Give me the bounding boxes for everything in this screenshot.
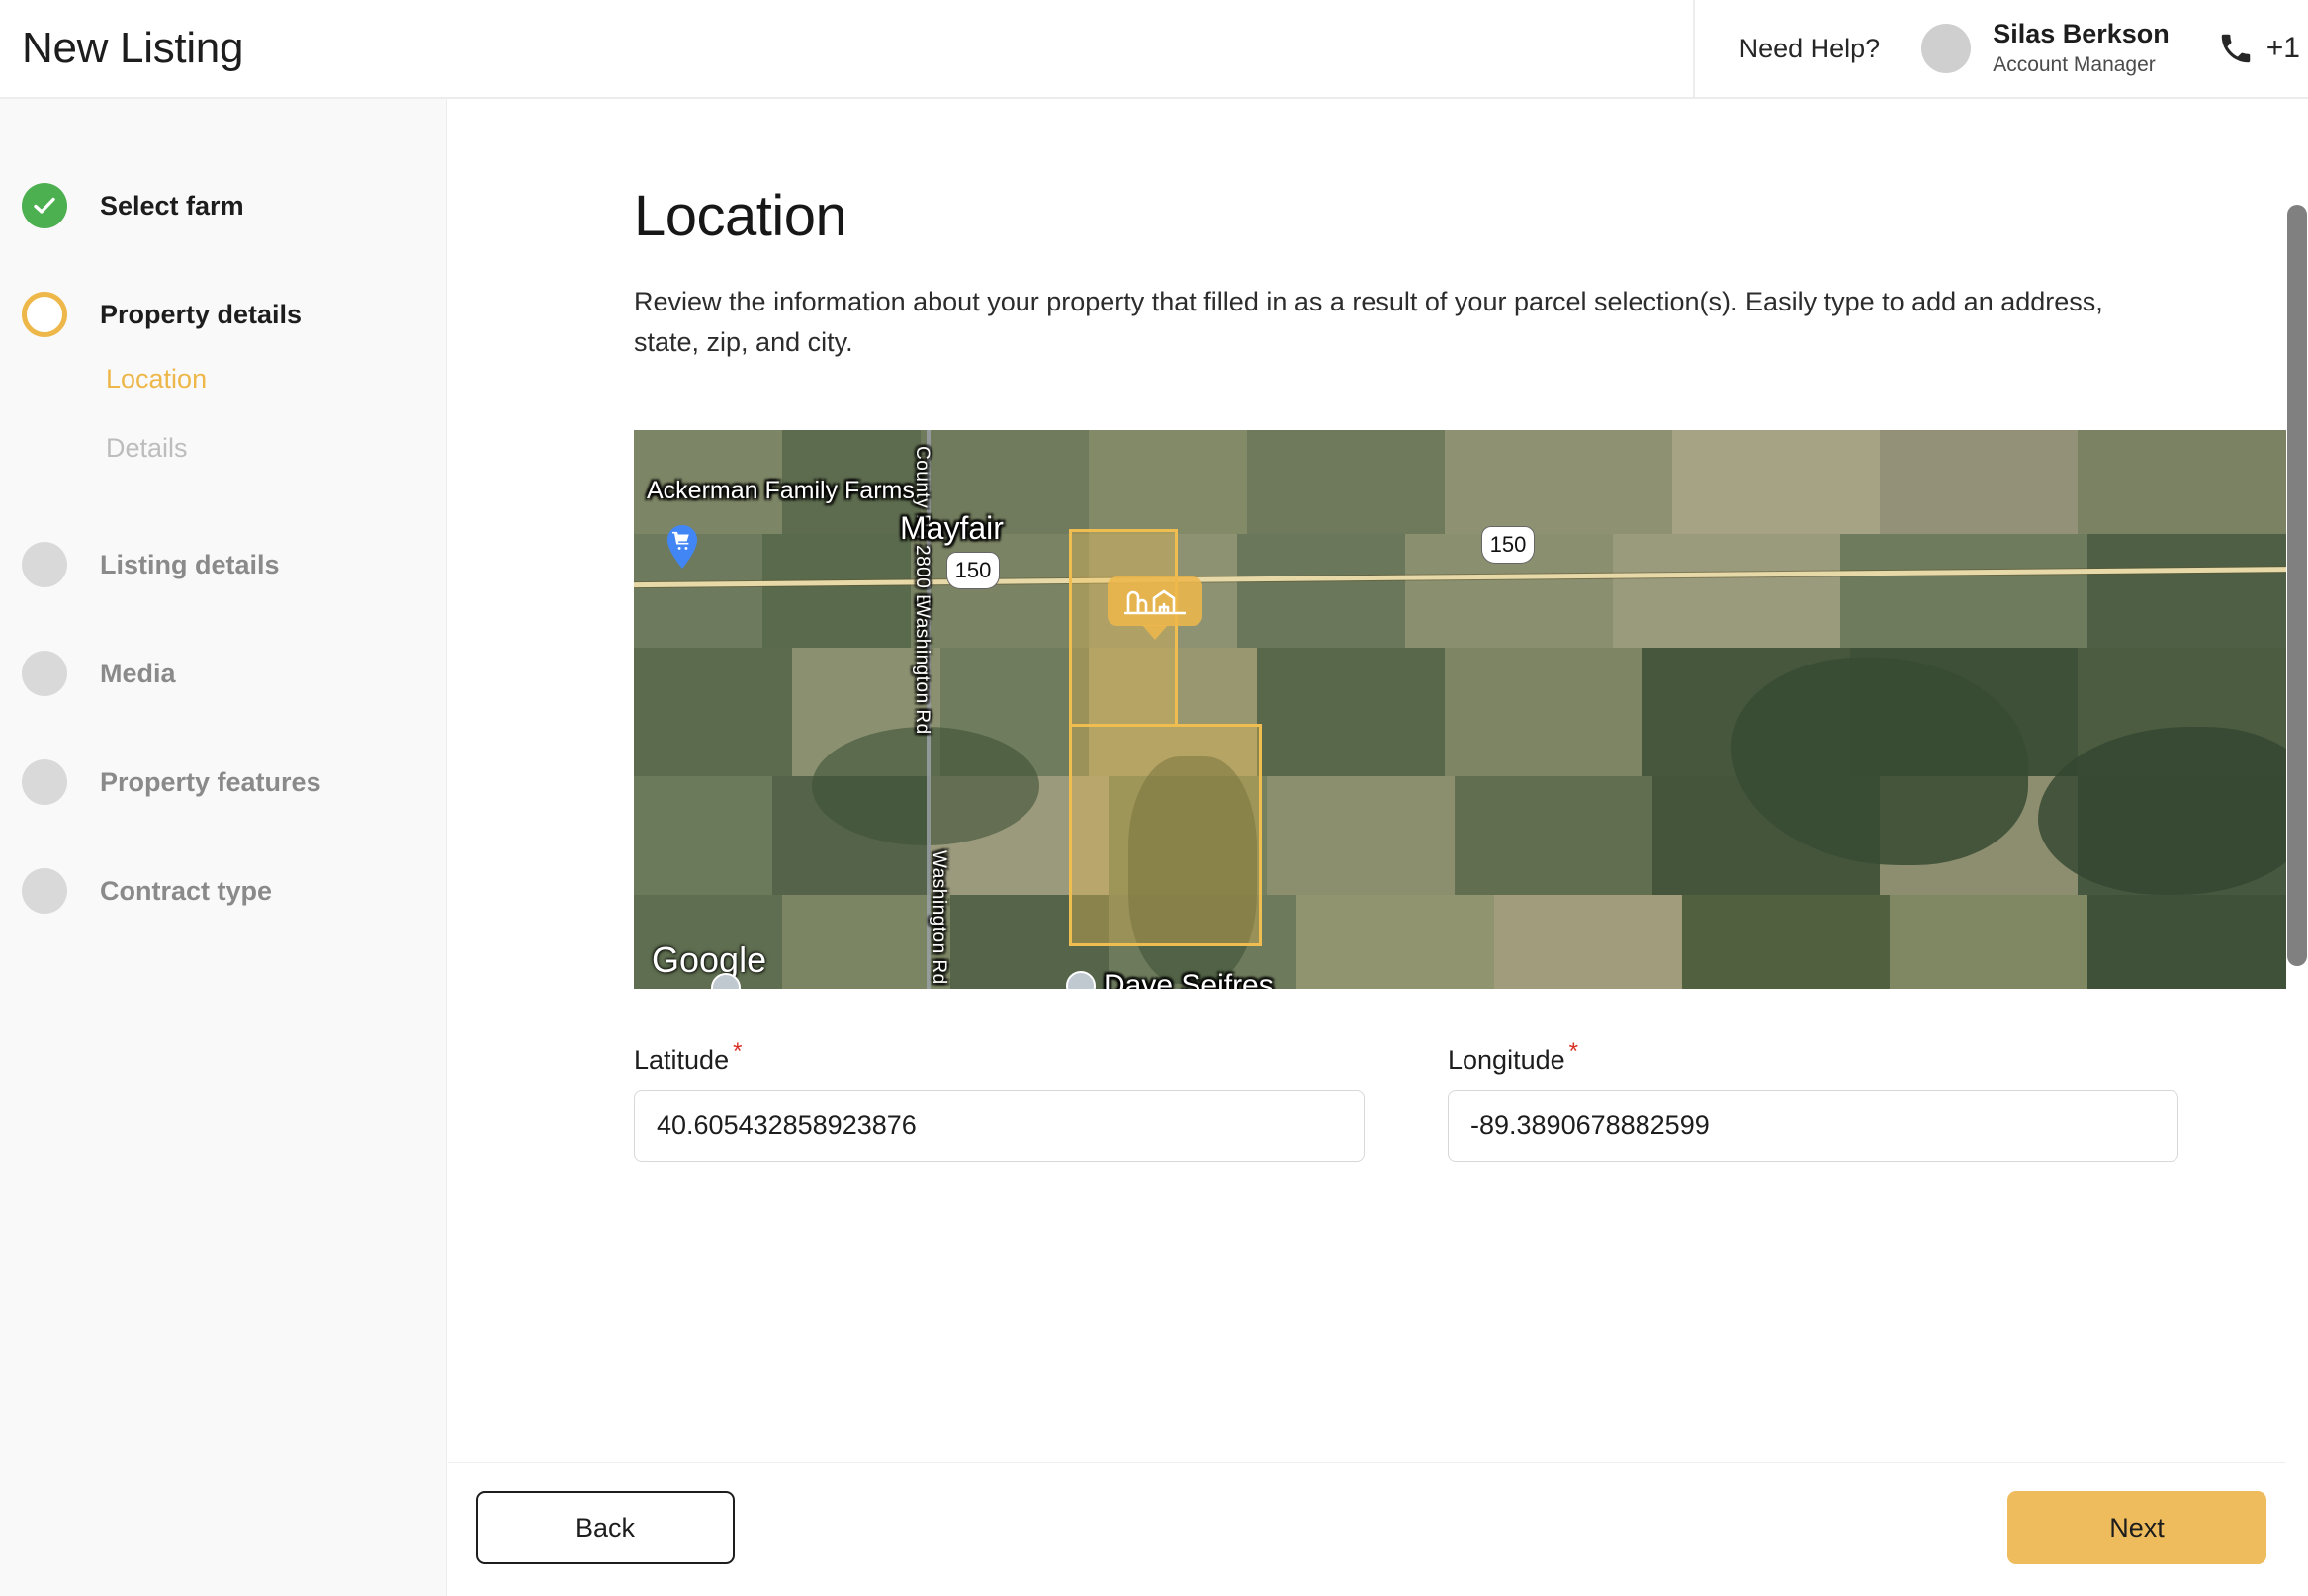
wizard-footer: Back Next bbox=[448, 1462, 2308, 1596]
property-map[interactable]: County Rd 2800 E Washington Rd Washingto… bbox=[634, 430, 2288, 989]
header-right-cluster: Need Help? Silas Berkson Account Manager… bbox=[1692, 0, 2308, 98]
latitude-input[interactable] bbox=[634, 1090, 1365, 1162]
map-label-ackerman-family-farms: Ackerman Family Farms bbox=[647, 477, 915, 504]
latitude-field-group: Latitude * bbox=[634, 1038, 1365, 1162]
map-road-label-washington-lower: Washington Rd bbox=[929, 850, 949, 985]
sidebar-item-select-farm[interactable]: Select farm bbox=[22, 183, 244, 228]
app-header: New Listing Need Help? Silas Berkson Acc… bbox=[0, 0, 2308, 99]
phone-icon bbox=[2221, 34, 2251, 63]
longitude-field-group: Longitude * bbox=[1448, 1038, 2178, 1162]
account-manager-role: Account Manager bbox=[1993, 52, 2156, 76]
step-status-todo-icon bbox=[22, 542, 67, 587]
page-header-title: New Listing bbox=[22, 24, 244, 72]
sidebar-item-label: Media bbox=[100, 658, 176, 688]
sidebar-item-label: Contract type bbox=[100, 875, 273, 906]
latitude-label: Latitude * bbox=[634, 1038, 1365, 1076]
need-help-link[interactable]: Need Help? bbox=[1695, 34, 1922, 64]
latitude-label-text: Latitude bbox=[634, 1045, 730, 1075]
sidebar-item-label: Select farm bbox=[100, 190, 244, 221]
step-status-todo-icon bbox=[22, 759, 67, 805]
check-icon bbox=[34, 197, 55, 214]
parcel-farm-marker[interactable] bbox=[1108, 576, 1202, 626]
sidebar-item-property-details[interactable]: Property details bbox=[22, 292, 302, 337]
back-button[interactable]: Back bbox=[476, 1491, 735, 1564]
sidebar-item-contract-type[interactable]: Contract type bbox=[22, 868, 272, 914]
google-attribution: Google bbox=[652, 939, 767, 980]
map-label-dave-seifres: Dave Seifres bbox=[1104, 969, 1274, 989]
map-poi-unnamed bbox=[711, 973, 741, 989]
page-title: Location bbox=[634, 184, 847, 248]
longitude-label-text: Longitude bbox=[1448, 1045, 1565, 1075]
farm-barn-icon bbox=[1124, 589, 1186, 615]
sidebar-subitem-details[interactable]: Details bbox=[106, 433, 188, 464]
wizard-sidebar: Select farm Property details Location De… bbox=[0, 99, 447, 1596]
required-asterisk: * bbox=[1568, 1038, 1578, 1065]
account-manager-name: Silas Berkson bbox=[1993, 18, 2170, 48]
sidebar-item-label: Listing details bbox=[100, 549, 280, 579]
account-manager-block: Silas Berkson Account Manager bbox=[1993, 19, 2170, 78]
longitude-input[interactable] bbox=[1448, 1090, 2178, 1162]
highway-shield-150-east: 150 bbox=[1482, 527, 1534, 563]
required-asterisk: * bbox=[733, 1038, 743, 1065]
sidebar-item-listing-details[interactable]: Listing details bbox=[22, 542, 280, 587]
parcel-polygon-lower[interactable] bbox=[1069, 724, 1262, 946]
longitude-label: Longitude * bbox=[1448, 1038, 2178, 1076]
map-satellite-imagery bbox=[634, 430, 2288, 989]
place-circle-icon bbox=[1066, 971, 1096, 989]
map-label-mayfair: Mayfair bbox=[900, 510, 1004, 546]
map-poi-dave-seifres: Dave Seifres bbox=[1066, 969, 1274, 989]
sidebar-item-property-features[interactable]: Property features bbox=[22, 759, 321, 805]
sidebar-item-media[interactable]: Media bbox=[22, 651, 176, 696]
page-scrollbar-thumb[interactable] bbox=[2287, 205, 2307, 966]
sidebar-subitem-location[interactable]: Location bbox=[106, 364, 207, 395]
main-content: Location Review the information about yo… bbox=[448, 99, 2288, 1462]
place-circle-icon bbox=[711, 973, 741, 989]
app-root: New Listing Need Help? Silas Berkson Acc… bbox=[0, 0, 2308, 1596]
page-description: Review the information about your proper… bbox=[634, 287, 2103, 357]
step-status-todo-icon bbox=[22, 651, 67, 696]
step-status-current-icon bbox=[22, 292, 67, 337]
phone-number: +1 bbox=[2265, 32, 2300, 64]
map-road-label-washington-upper: Washington Rd bbox=[912, 600, 932, 735]
page-scrollbar-track[interactable] bbox=[2286, 101, 2308, 1596]
step-status-done-icon bbox=[22, 183, 67, 228]
phone-contact[interactable]: +1 bbox=[2217, 30, 2300, 67]
next-button[interactable]: Next bbox=[2007, 1491, 2266, 1564]
highway-shield-150-west: 150 bbox=[947, 553, 999, 588]
sidebar-item-label: Property features bbox=[100, 766, 321, 797]
step-status-todo-icon bbox=[22, 868, 67, 914]
sidebar-item-label: Property details bbox=[100, 299, 303, 329]
shopping-cart-pin-icon bbox=[666, 525, 698, 569]
avatar bbox=[1921, 24, 1972, 73]
